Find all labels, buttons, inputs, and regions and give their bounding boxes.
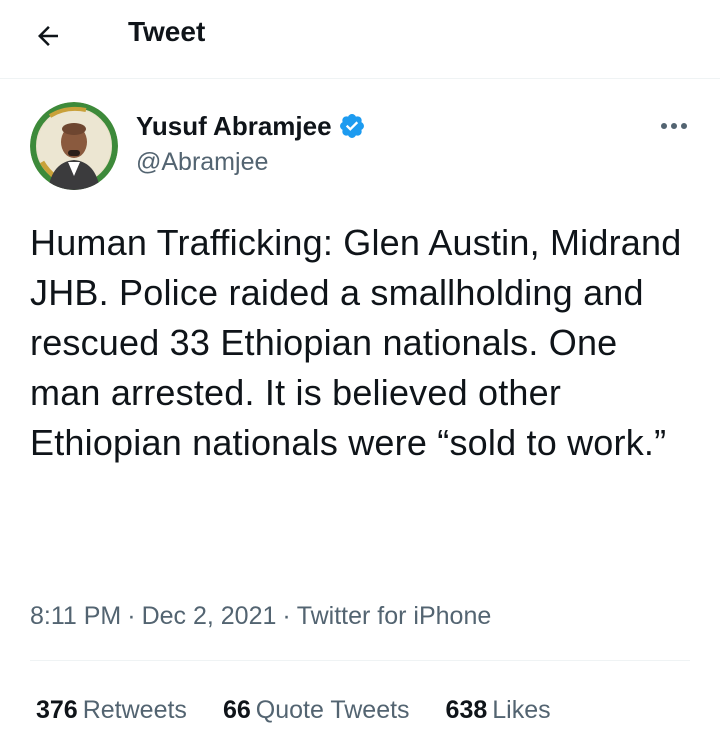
page-title: Tweet bbox=[128, 16, 206, 47]
more-dots-icon bbox=[661, 123, 687, 129]
more-options-button[interactable] bbox=[652, 112, 696, 140]
tweet-metadata: 8:11 PM · Dec 2, 2021 · Twitter for iPhone bbox=[30, 600, 491, 632]
likes-count: 638 bbox=[445, 696, 488, 724]
author-name-text: Yusuf Abramjee bbox=[136, 111, 332, 141]
retweets-count: 376 bbox=[36, 696, 78, 724]
tweet-date[interactable]: Dec 2, 2021 bbox=[142, 602, 277, 630]
author-name[interactable]: Yusuf Abramjee bbox=[136, 110, 366, 142]
avatar[interactable] bbox=[30, 102, 118, 190]
meta-separator: · bbox=[282, 602, 291, 630]
tweet-stats: 376 Retweets 66 Quote Tweets 638 Likes bbox=[36, 694, 587, 726]
verified-badge-icon bbox=[338, 112, 366, 140]
quote-tweets-count: 66 bbox=[222, 696, 251, 724]
tweet-page: Tweet Yusuf Abramjee @Abramjee Human Tra… bbox=[0, 0, 720, 734]
quote-tweets-label: Quote Tweets bbox=[255, 696, 410, 724]
author-handle[interactable]: @Abramjee bbox=[136, 146, 268, 178]
top-bar: Tweet bbox=[0, 0, 720, 79]
avatar-image bbox=[30, 102, 118, 190]
divider bbox=[30, 660, 690, 661]
retweets-label: Retweets bbox=[82, 696, 187, 724]
meta-separator: · bbox=[127, 602, 136, 630]
tweet-time[interactable]: 8:11 PM bbox=[30, 602, 121, 630]
back-button[interactable] bbox=[30, 18, 66, 54]
tweet-text: Human Trafficking: Glen Austin, Midrand … bbox=[30, 222, 682, 463]
likes-label: Likes bbox=[492, 696, 551, 724]
likes-stat[interactable]: 638 Likes bbox=[446, 694, 551, 726]
arrow-left-icon bbox=[38, 26, 58, 46]
quote-tweets-stat[interactable]: 66 Quote Tweets bbox=[223, 694, 410, 726]
tweet-source[interactable]: Twitter for iPhone bbox=[297, 602, 492, 630]
retweets-stat[interactable]: 376 Retweets bbox=[36, 694, 187, 726]
